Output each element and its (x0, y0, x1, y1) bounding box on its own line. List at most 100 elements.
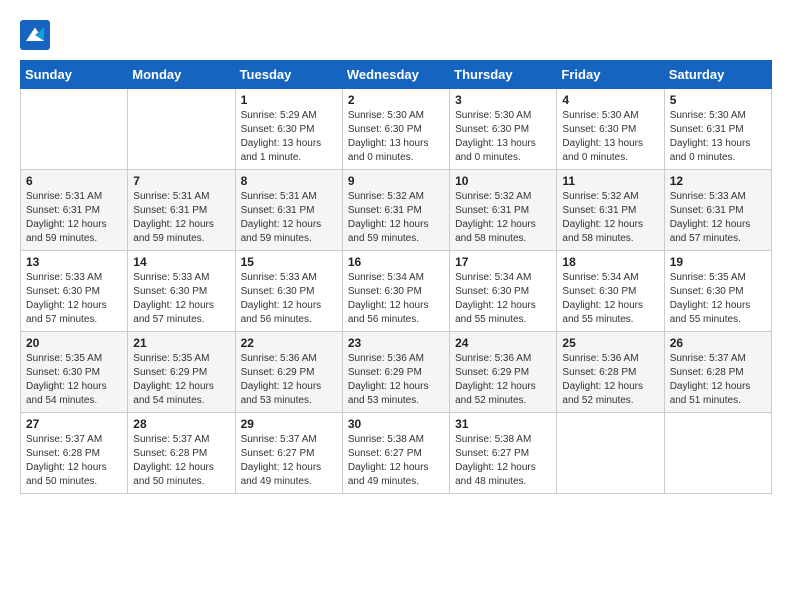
weekday-header: Tuesday (235, 61, 342, 89)
calendar-cell: 21 Sunrise: 5:35 AM Sunset: 6:29 PM Dayli… (128, 332, 235, 413)
calendar-cell: 31 Sunrise: 5:38 AM Sunset: 6:27 PM Dayli… (450, 413, 557, 494)
day-number: 2 (348, 93, 444, 107)
day-number: 3 (455, 93, 551, 107)
day-number: 21 (133, 336, 229, 350)
cell-content: Sunrise: 5:32 AM Sunset: 6:31 PM Dayligh… (455, 190, 551, 246)
cell-content: Sunrise: 5:36 AM Sunset: 6:29 PM Dayligh… (241, 352, 337, 408)
logo-icon (20, 20, 50, 50)
cell-content: Sunrise: 5:29 AM Sunset: 6:30 PM Dayligh… (241, 109, 337, 165)
calendar-cell: 12 Sunrise: 5:33 AM Sunset: 6:31 PM Dayli… (664, 170, 771, 251)
day-number: 26 (670, 336, 766, 350)
day-number: 29 (241, 417, 337, 431)
calendar-cell: 28 Sunrise: 5:37 AM Sunset: 6:28 PM Dayli… (128, 413, 235, 494)
calendar-cell (128, 89, 235, 170)
calendar-cell: 25Sunrise: 5:36 AM Sunset: 6:28 PM Dayli… (557, 332, 664, 413)
calendar: SundayMondayTuesdayWednesdayThursdayFrid… (20, 60, 772, 494)
cell-content: Sunrise: 5:33 AM Sunset: 6:31 PM Dayligh… (670, 190, 766, 246)
cell-content: Sunrise: 5:36 AM Sunset: 6:29 PM Dayligh… (348, 352, 444, 408)
day-number: 15 (241, 255, 337, 269)
cell-content: Sunrise: 5:33 AM Sunset: 6:30 PM Dayligh… (26, 271, 122, 327)
calendar-cell (557, 413, 664, 494)
day-number: 20 (26, 336, 122, 350)
calendar-cell (664, 413, 771, 494)
cell-content: Sunrise: 5:37 AM Sunset: 6:28 PM Dayligh… (26, 433, 122, 489)
calendar-cell: 6 Sunrise: 5:31 AM Sunset: 6:31 PM Daylig… (21, 170, 128, 251)
cell-content: Sunrise: 5:34 AM Sunset: 6:30 PM Dayligh… (562, 271, 658, 327)
cell-content: Sunrise: 5:31 AM Sunset: 6:31 PM Dayligh… (26, 190, 122, 246)
day-number: 31 (455, 417, 551, 431)
logo (20, 20, 54, 50)
day-number: 24 (455, 336, 551, 350)
weekday-header: Friday (557, 61, 664, 89)
cell-content: Sunrise: 5:34 AM Sunset: 6:30 PM Dayligh… (455, 271, 551, 327)
day-number: 6 (26, 174, 122, 188)
calendar-cell: 30 Sunrise: 5:38 AM Sunset: 6:27 PM Dayli… (342, 413, 449, 494)
page-header (20, 20, 772, 50)
calendar-cell: 11 Sunrise: 5:32 AM Sunset: 6:31 PM Dayli… (557, 170, 664, 251)
day-number: 9 (348, 174, 444, 188)
weekday-header: Sunday (21, 61, 128, 89)
calendar-week-row: 6 Sunrise: 5:31 AM Sunset: 6:31 PM Daylig… (21, 170, 772, 251)
cell-content: Sunrise: 5:37 AM Sunset: 6:28 PM Dayligh… (670, 352, 766, 408)
day-number: 7 (133, 174, 229, 188)
calendar-cell: 3 Sunrise: 5:30 AM Sunset: 6:30 PM Daylig… (450, 89, 557, 170)
cell-content: Sunrise: 5:38 AM Sunset: 6:27 PM Dayligh… (455, 433, 551, 489)
calendar-week-row: 13 Sunrise: 5:33 AM Sunset: 6:30 PM Dayli… (21, 251, 772, 332)
cell-content: Sunrise: 5:38 AM Sunset: 6:27 PM Dayligh… (348, 433, 444, 489)
calendar-cell: 14 Sunrise: 5:33 AM Sunset: 6:30 PM Dayli… (128, 251, 235, 332)
cell-content: Sunrise: 5:37 AM Sunset: 6:27 PM Dayligh… (241, 433, 337, 489)
day-number: 17 (455, 255, 551, 269)
calendar-cell: 16 Sunrise: 5:34 AM Sunset: 6:30 PM Dayli… (342, 251, 449, 332)
calendar-cell: 13 Sunrise: 5:33 AM Sunset: 6:30 PM Dayli… (21, 251, 128, 332)
weekday-header: Monday (128, 61, 235, 89)
calendar-cell (21, 89, 128, 170)
cell-content: Sunrise: 5:30 AM Sunset: 6:31 PM Dayligh… (670, 109, 766, 165)
calendar-cell: 9 Sunrise: 5:32 AM Sunset: 6:31 PM Daylig… (342, 170, 449, 251)
calendar-cell: 4 Sunrise: 5:30 AM Sunset: 6:30 PM Daylig… (557, 89, 664, 170)
day-number: 16 (348, 255, 444, 269)
day-number: 27 (26, 417, 122, 431)
calendar-cell: 19 Sunrise: 5:35 AM Sunset: 6:30 PM Dayli… (664, 251, 771, 332)
day-number: 19 (670, 255, 766, 269)
weekday-header: Saturday (664, 61, 771, 89)
day-number: 12 (670, 174, 766, 188)
cell-content: Sunrise: 5:35 AM Sunset: 6:29 PM Dayligh… (133, 352, 229, 408)
cell-content: Sunrise: 5:34 AM Sunset: 6:30 PM Dayligh… (348, 271, 444, 327)
calendar-cell: 26 Sunrise: 5:37 AM Sunset: 6:28 PM Dayli… (664, 332, 771, 413)
cell-content: Sunrise: 5:32 AM Sunset: 6:31 PM Dayligh… (562, 190, 658, 246)
cell-content: Sunrise: 5:36 AM Sunset: 6:29 PM Dayligh… (455, 352, 551, 408)
cell-content: Sunrise: 5:32 AM Sunset: 6:31 PM Dayligh… (348, 190, 444, 246)
calendar-cell: 10 Sunrise: 5:32 AM Sunset: 6:31 PM Dayli… (450, 170, 557, 251)
day-number: 22 (241, 336, 337, 350)
calendar-cell: 7Sunrise: 5:31 AM Sunset: 6:31 PM Daylig… (128, 170, 235, 251)
day-number: 10 (455, 174, 551, 188)
calendar-cell: 17 Sunrise: 5:34 AM Sunset: 6:30 PM Dayli… (450, 251, 557, 332)
day-number: 18 (562, 255, 658, 269)
cell-content: Sunrise: 5:35 AM Sunset: 6:30 PM Dayligh… (670, 271, 766, 327)
day-number: 11 (562, 174, 658, 188)
calendar-cell: 2Sunrise: 5:30 AM Sunset: 6:30 PM Daylig… (342, 89, 449, 170)
weekday-header: Thursday (450, 61, 557, 89)
calendar-cell: 15 Sunrise: 5:33 AM Sunset: 6:30 PM Dayli… (235, 251, 342, 332)
day-number: 4 (562, 93, 658, 107)
calendar-cell: 27 Sunrise: 5:37 AM Sunset: 6:28 PM Dayli… (21, 413, 128, 494)
calendar-cell: 20 Sunrise: 5:35 AM Sunset: 6:30 PM Dayli… (21, 332, 128, 413)
calendar-week-row: 1 Sunrise: 5:29 AM Sunset: 6:30 PM Daylig… (21, 89, 772, 170)
cell-content: Sunrise: 5:37 AM Sunset: 6:28 PM Dayligh… (133, 433, 229, 489)
cell-content: Sunrise: 5:33 AM Sunset: 6:30 PM Dayligh… (133, 271, 229, 327)
cell-content: Sunrise: 5:30 AM Sunset: 6:30 PM Dayligh… (455, 109, 551, 165)
calendar-cell: 22 Sunrise: 5:36 AM Sunset: 6:29 PM Dayli… (235, 332, 342, 413)
day-number: 14 (133, 255, 229, 269)
cell-content: Sunrise: 5:33 AM Sunset: 6:30 PM Dayligh… (241, 271, 337, 327)
day-number: 13 (26, 255, 122, 269)
day-number: 1 (241, 93, 337, 107)
calendar-cell: 1 Sunrise: 5:29 AM Sunset: 6:30 PM Daylig… (235, 89, 342, 170)
calendar-week-row: 20 Sunrise: 5:35 AM Sunset: 6:30 PM Dayli… (21, 332, 772, 413)
day-number: 5 (670, 93, 766, 107)
day-number: 30 (348, 417, 444, 431)
cell-content: Sunrise: 5:35 AM Sunset: 6:30 PM Dayligh… (26, 352, 122, 408)
day-number: 28 (133, 417, 229, 431)
cell-content: Sunrise: 5:30 AM Sunset: 6:30 PM Dayligh… (562, 109, 658, 165)
cell-content: Sunrise: 5:31 AM Sunset: 6:31 PM Dayligh… (241, 190, 337, 246)
day-number: 25 (562, 336, 658, 350)
